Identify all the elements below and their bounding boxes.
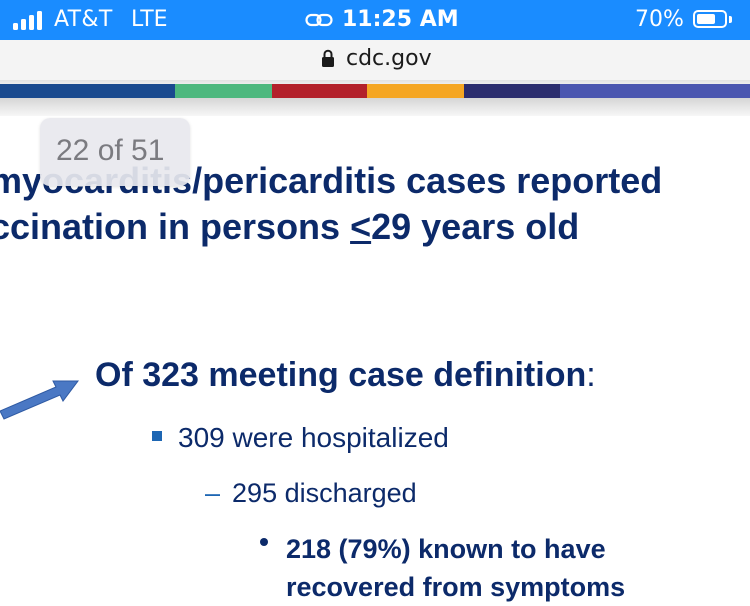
arrow-right-icon — [0, 380, 79, 420]
page-counter: 22 of 51 — [40, 118, 190, 186]
heading-text: Of 323 meeting case definition — [95, 356, 587, 394]
color-band-segment — [175, 84, 272, 98]
status-bar: AT&T LTE 11:25 AM 70% — [0, 0, 750, 40]
square-bullet-icon — [152, 430, 162, 441]
sub-bullet-discharged-text: 295 discharged — [232, 478, 417, 508]
color-band-segment — [272, 84, 367, 98]
sub-bullet-discharged: –295 discharged — [205, 478, 417, 509]
dash-bullet-icon: – — [205, 478, 221, 508]
color-band-segment — [0, 84, 175, 98]
bullet-hospitalized-text: 309 were hospitalized — [178, 422, 449, 453]
personal-hotspot-icon — [305, 13, 333, 27]
page-counter-text: 22 of 51 — [56, 134, 165, 167]
battery-icon — [693, 10, 727, 28]
battery-percentage: 70% — [635, 7, 684, 32]
color-band-segment — [464, 84, 560, 98]
round-bullet-icon — [260, 538, 268, 546]
cellular-signal-icon — [13, 10, 47, 30]
bullet-hospitalized: 309 were hospitalized — [152, 422, 449, 454]
recovered-line-2: recovered from symptoms — [286, 572, 626, 602]
title-prefix: ccination in persons — [0, 206, 351, 247]
case-definition-heading: Of 323 meeting case definition: — [95, 356, 596, 395]
recovered-line-1: 218 (79%) known to have — [286, 534, 606, 564]
clock: 11:25 AM — [342, 7, 459, 32]
network-type: LTE — [131, 7, 168, 32]
lock-icon — [322, 49, 334, 67]
cdc-brand-color-band — [0, 84, 750, 98]
title-suffix: 29 years old — [371, 206, 580, 247]
slide-title-line-2: ccination in persons <29 years old — [0, 204, 750, 250]
heading-colon: : — [586, 356, 596, 394]
carrier-name: AT&T — [54, 7, 113, 32]
color-band-segment — [367, 84, 464, 98]
url-text[interactable]: cdc.gov — [346, 46, 432, 71]
color-band-segment — [560, 84, 750, 98]
less-than-or-equal-symbol: < — [350, 206, 372, 247]
battery-level — [697, 14, 716, 24]
sub-sub-bullet-recovered: 218 (79%) known to have recovered from s… — [286, 530, 625, 606]
battery-terminal — [729, 16, 732, 23]
slide-header-divider — [0, 98, 750, 116]
